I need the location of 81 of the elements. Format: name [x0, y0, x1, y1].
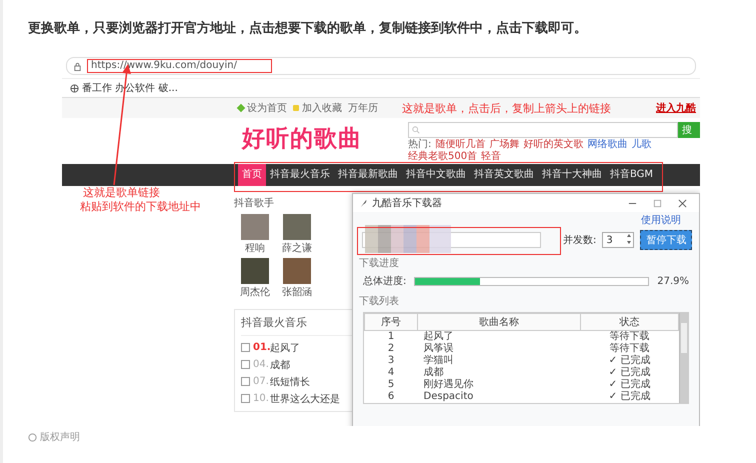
column-header[interactable]: 序号 — [364, 314, 418, 330]
top-link[interactable]: 设为首页 — [247, 101, 287, 115]
circle-icon — [28, 432, 37, 442]
table-cell-text: 5 — [386, 379, 396, 391]
song-link[interactable]: 世界这么大还是 — [270, 392, 340, 406]
song-link[interactable]: 纸短情长 — [270, 374, 310, 388]
table-cell: 等待下载 — [580, 330, 678, 343]
table-cell-text: 风筝误 — [422, 343, 454, 354]
nav-tab[interactable]: 抖音十大神曲 — [538, 164, 606, 186]
table-cell-text: 3 — [386, 355, 396, 367]
photo-placeholder — [283, 258, 311, 284]
table-cell-text: 6 — [386, 391, 396, 403]
checkbox[interactable] — [241, 360, 250, 369]
top-link[interactable]: 加入收藏 — [302, 101, 342, 115]
table-cell-text: 学猫叫 — [422, 355, 454, 366]
progress-label: 总体进度: — [363, 274, 406, 288]
singer-name[interactable]: 薛之谦 — [282, 241, 312, 255]
table-cell: 成都 — [418, 367, 580, 379]
section-title: 抖音歌手 — [234, 196, 274, 210]
enter-link[interactable]: 进入九酷 — [656, 101, 696, 115]
checkbox[interactable] — [241, 394, 250, 403]
song-link[interactable]: 成都 — [270, 358, 290, 372]
singer-name[interactable]: 张韶涵 — [282, 285, 312, 299]
table-cell-text: ✓ 已完成 — [608, 379, 652, 390]
rank-number: 04. — [253, 359, 267, 370]
table-cell-text: ✓ 已完成 — [608, 355, 652, 366]
table-cell-text: ✓ 已完成 — [608, 367, 652, 378]
hot-link[interactable]: 经典老歌500首 — [408, 151, 478, 163]
nav-tab[interactable]: 首页 — [238, 164, 266, 186]
table-cell-text: 等待下载 — [608, 343, 650, 354]
table-cell-text: 刚好遇见你 — [422, 379, 474, 391]
nav-tab[interactable]: 抖音中文歌曲 — [402, 164, 470, 186]
annotation-text: 粘贴到软件的下载地址中 — [80, 200, 201, 214]
hot-link[interactable]: 好听的英文歌 — [523, 139, 584, 151]
globe-icon — [70, 84, 79, 92]
nav-tab[interactable]: 抖音BGM — [606, 164, 658, 186]
number-spinner[interactable]: 3 — [602, 232, 634, 248]
annotation-text: 这就是歌单，点击后，复制上箭头上的链接 — [402, 100, 611, 116]
site-logo: 好听的歌曲 — [242, 125, 362, 154]
checkbox[interactable] — [241, 343, 250, 352]
concurrency-label: 并发数: — [563, 234, 596, 247]
hot-link[interactable]: 网络歌曲 — [587, 139, 628, 151]
top-link[interactable]: 万年历 — [348, 101, 378, 115]
address-bar[interactable]: https://www.9ku.com/douyin/ — [66, 57, 696, 75]
annotation-text: 这就是歌单链接 — [82, 186, 161, 200]
checkbox[interactable] — [241, 377, 250, 386]
column-header[interactable]: 状态 — [580, 314, 678, 330]
table-cell-text: Despacito — [422, 391, 474, 403]
rank-number: 10. — [253, 393, 267, 404]
progress-percent: 27.9% — [657, 276, 689, 286]
singer-name[interactable]: 周杰伦 — [240, 285, 270, 299]
url-text: https://www.9ku.com/douyin/ — [87, 59, 272, 73]
photo-placeholder — [283, 214, 311, 240]
table-cell-text: ✓ 已完成 — [608, 391, 652, 403]
song-link[interactable]: 起风了 — [270, 340, 300, 354]
section-label: 下载进度 — [358, 256, 400, 271]
singer-name[interactable]: 程响 — [245, 241, 265, 255]
lock-icon — [73, 62, 82, 70]
photo-placeholder — [241, 258, 269, 284]
rank-number: 07. — [253, 376, 267, 387]
help-link[interactable]: 使用说明 — [641, 213, 681, 227]
search-field[interactable] — [408, 122, 678, 138]
scrollbar[interactable] — [679, 313, 688, 403]
window-title: 九酷音乐下载器 — [372, 196, 442, 210]
feather-icon — [359, 198, 368, 208]
hot-label: 热门: — [408, 139, 432, 150]
table-cell-text: 4 — [386, 367, 396, 379]
hot-link[interactable]: 广场舞 — [489, 139, 520, 151]
scroll-thumb[interactable] — [681, 323, 687, 353]
search-icon — [412, 126, 420, 134]
hot-link[interactable]: 儿歌 — [631, 139, 652, 151]
hot-link[interactable]: 随便听几首 — [435, 139, 486, 151]
nav-tab[interactable]: 抖音最火音乐 — [266, 164, 334, 186]
column-header[interactable]: 歌曲名称 — [418, 314, 580, 330]
hot-link[interactable]: 轻音 — [481, 151, 502, 163]
photo-placeholder — [241, 214, 269, 240]
article-paragraph: 更换歌单，只要浏览器打开官方地址，点击想要下载的歌单，复制链接到软件中，点击下载即可。 — [27, 20, 588, 38]
nav-tab[interactable]: 抖音最新歌曲 — [334, 164, 402, 186]
table-cell-text: 2 — [386, 343, 396, 355]
nav-tab[interactable]: 抖音英文歌曲 — [470, 164, 538, 186]
section-label: 下载列表 — [358, 294, 400, 309]
